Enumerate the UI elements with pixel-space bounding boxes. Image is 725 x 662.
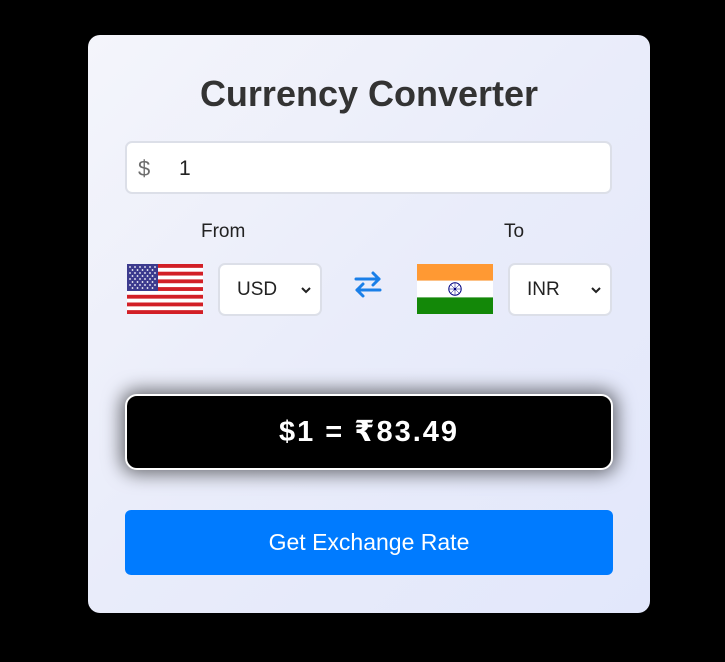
get-exchange-rate-button[interactable]: Get Exchange Rate — [125, 510, 613, 575]
from-currency-select[interactable]: USD — [218, 263, 322, 316]
converter-card: Currency Converter $ From To — [88, 35, 650, 613]
to-currency-select[interactable]: INR — [508, 263, 612, 316]
swap-arrows-icon[interactable] — [353, 269, 383, 299]
amount-field[interactable]: $ — [125, 141, 612, 194]
us-flag-icon — [127, 264, 203, 314]
to-currency-value: INR — [527, 279, 560, 300]
currency-symbol: $ — [138, 156, 151, 181]
exchange-result: $1 = ₹83.49 — [125, 394, 613, 470]
amount-input[interactable] — [177, 151, 601, 187]
chevron-down-icon — [301, 287, 311, 294]
page-title: Currency Converter — [199, 73, 539, 114]
to-label: To — [504, 221, 525, 242]
india-flag-icon — [417, 264, 493, 314]
from-label: From — [201, 221, 246, 242]
from-currency-value: USD — [237, 279, 278, 300]
chevron-down-icon — [591, 287, 601, 294]
